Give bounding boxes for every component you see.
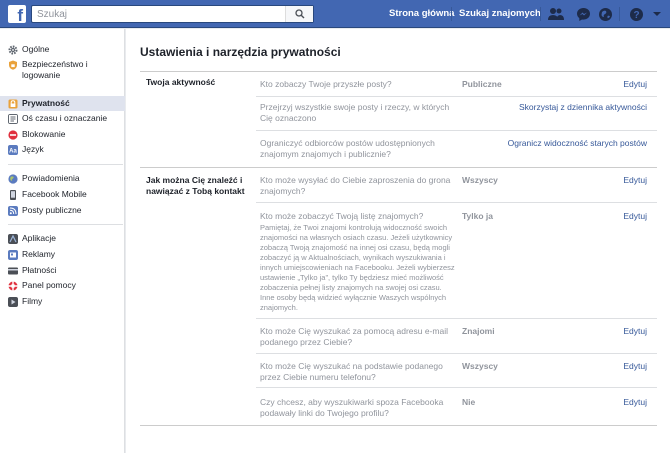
sidebar-item-label: Posty publiczne [22, 205, 82, 215]
gear-icon [8, 45, 18, 54]
sidebar-item-label: Facebook Mobile [22, 189, 87, 199]
row-divider [256, 96, 657, 97]
sidebar-item-label: Reklamy [22, 249, 56, 259]
title-divider [140, 71, 657, 72]
sidebar-item-label: Język [22, 144, 44, 154]
sidebar-item-language[interactable]: Aa Język [0, 144, 125, 155]
sidebar-item-label: Aplikacje [22, 233, 57, 243]
edit-email-lookup-link[interactable]: Edytuj [623, 326, 647, 336]
page-title: Ustawienia i narzędzia prywatności [140, 45, 341, 59]
notifications-globe-icon[interactable] [597, 6, 613, 22]
sidebar-item-facebook-mobile[interactable]: Facebook Mobile [0, 189, 125, 200]
setting-question: Przejrzyj wszystkie swoje posty i rzeczy… [260, 102, 450, 123]
edit-future-posts-link[interactable]: Edytuj [623, 79, 647, 89]
apps-icon [8, 233, 18, 244]
shield-icon [9, 60, 17, 70]
edit-phone-lookup-link[interactable]: Edytuj [623, 361, 647, 371]
ads-icon [8, 249, 18, 260]
activity-log-link[interactable]: Skorzystaj z dziennika aktywności [519, 102, 647, 112]
edit-friend-requests-link[interactable]: Edytuj [623, 175, 647, 185]
nav-separator [540, 7, 541, 21]
row-divider [256, 387, 657, 388]
settings-sidebar: Ogólne Bezpieczeństwo i logowanie Prywat… [0, 29, 125, 453]
sidebar-item-blocking[interactable]: Blokowanie [0, 129, 125, 140]
sidebar-item-label: Powiadomienia [22, 173, 80, 183]
section-label-your-activity: Twoja aktywność [146, 77, 216, 87]
section-divider [140, 425, 657, 426]
sidebar-item-notifications[interactable]: Powiadomienia [0, 173, 125, 184]
nav-separator [619, 7, 620, 21]
sidebar-item-label: Blokowanie [22, 129, 66, 139]
setting-question: Czy chcesz, aby wyszukiwarki spoza Faceb… [260, 397, 444, 418]
payments-card-icon [8, 267, 18, 274]
sidebar-item-security[interactable]: Bezpieczeństwo i logowanie [0, 59, 125, 81]
account-menu-icon[interactable] [649, 6, 665, 22]
lifebuoy-icon [8, 281, 18, 290]
setting-question: Kto może Cię wyszukać za pomocą adresu e… [260, 326, 449, 347]
setting-value: Wszyscy [462, 361, 498, 371]
sidebar-item-timeline[interactable]: Oś czasu i oznaczanie [0, 113, 125, 124]
search-box [31, 5, 314, 23]
setting-value: Nie [462, 397, 476, 407]
sidebar-item-videos[interactable]: Filmy [0, 296, 125, 307]
sidebar-divider [8, 224, 123, 225]
nav-separator [451, 7, 452, 21]
setting-value: Znajomi [462, 326, 495, 336]
block-icon [8, 129, 18, 140]
setting-description: Pamiętaj, że Twoi znajomi kontrolują wid… [260, 223, 455, 312]
globe-icon [8, 173, 18, 184]
svg-text:Aa: Aa [9, 148, 17, 154]
setting-question: Kto może Cię wyszukać na podstawie podan… [260, 361, 443, 382]
sidebar-item-ads[interactable]: Reklamy [0, 249, 125, 260]
facebook-logo[interactable]: f [8, 5, 26, 23]
search-icon [294, 9, 304, 19]
messenger-icon[interactable] [575, 6, 591, 22]
sidebar-item-payments[interactable]: Płatności [0, 265, 125, 276]
svg-text:?: ? [633, 10, 639, 21]
timeline-icon [8, 113, 18, 124]
setting-question: Kto może wysyłać do Ciebie zaproszenia d… [260, 175, 451, 196]
sidebar-divider [8, 164, 123, 165]
friend-requests-icon[interactable] [548, 6, 564, 22]
sidebar-item-label: Bezpieczeństwo i logowanie [22, 59, 88, 80]
limit-past-posts-link[interactable]: Ogranicz widoczność starych postów [508, 138, 647, 148]
setting-value: Tylko ja [462, 211, 494, 221]
search-button[interactable] [285, 6, 313, 22]
lock-icon [8, 99, 18, 108]
top-bar: f Strona główna Szukaj znajomych [0, 0, 670, 28]
help-icon[interactable]: ? [628, 6, 644, 22]
language-icon: Aa [8, 144, 18, 155]
sidebar-item-public-posts[interactable]: Posty publiczne [0, 205, 125, 216]
row-divider [256, 130, 657, 131]
sidebar-item-label: Płatności [22, 265, 57, 275]
sidebar-item-label: Oś czasu i oznaczanie [22, 113, 108, 123]
setting-value: Wszyscy [462, 175, 498, 185]
sidebar-item-label: Ogólne [22, 44, 50, 54]
section-divider [140, 167, 657, 168]
edit-search-engines-link[interactable]: Edytuj [623, 397, 647, 407]
sidebar-item-apps[interactable]: Aplikacje [0, 233, 125, 244]
edit-friends-list-link[interactable]: Edytuj [623, 211, 647, 221]
sidebar-item-privacy[interactable]: Prywatność [0, 96, 125, 111]
setting-question: Kto zobaczy Twoje przyszłe posty? [260, 79, 392, 89]
rss-icon [8, 205, 18, 216]
setting-question: Kto może zobaczyć Twoją listę znajomych? [260, 211, 424, 221]
row-divider [256, 318, 657, 319]
sidebar-item-general[interactable]: Ogólne [0, 44, 125, 55]
row-divider [256, 353, 657, 354]
sidebar-item-support-inbox[interactable]: Panel pomocy [0, 280, 125, 291]
nav-find-friends-link[interactable]: Szukaj znajomych [459, 8, 541, 19]
privacy-settings-panel: Ustawienia i narzędzia prywatności Twoja… [126, 29, 670, 453]
row-divider [256, 202, 657, 203]
nav-home-link[interactable]: Strona główna [389, 8, 454, 19]
sidebar-item-label: Panel pomocy [22, 280, 76, 290]
mobile-phone-icon [10, 189, 16, 200]
film-icon [8, 296, 18, 307]
sidebar-item-label: Filmy [22, 296, 43, 306]
search-input[interactable] [32, 6, 282, 22]
sidebar-item-label: Prywatność [22, 98, 70, 108]
setting-question: Ograniczyć odbiorców postów udostępniony… [260, 138, 435, 159]
section-label-how-people-find-you: Jak można Cię znaleźć i nawiązać z Tobą … [146, 175, 245, 196]
setting-value: Publiczne [462, 79, 502, 89]
